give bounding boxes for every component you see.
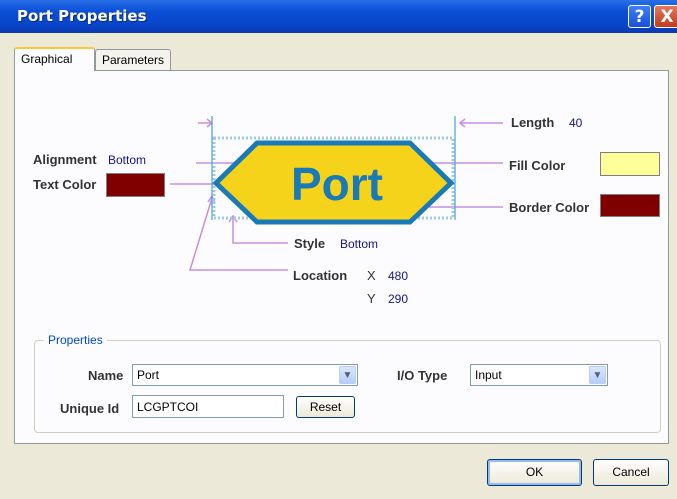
border-color-swatch[interactable] xyxy=(600,194,660,217)
location-label: Location xyxy=(293,268,348,283)
location-y-label: Y xyxy=(367,291,376,306)
unique-id-value: LCGPTCOI xyxy=(137,400,199,414)
reset-button[interactable]: Reset xyxy=(296,396,355,418)
alignment-value[interactable]: Bottom xyxy=(108,153,146,167)
ok-button[interactable]: OK xyxy=(487,459,582,486)
tab-graphical[interactable]: Graphical xyxy=(14,47,95,71)
fill-color-label: Fill Color xyxy=(509,158,566,173)
length-label: Length xyxy=(511,115,555,130)
chevron-down-icon[interactable]: ▼ xyxy=(589,366,606,384)
port-shape-label: Port xyxy=(291,158,383,210)
properties-group xyxy=(34,340,661,433)
name-label: Name xyxy=(88,368,124,383)
location-x-value[interactable]: 480 xyxy=(388,269,408,283)
name-combobox[interactable]: Port ▼ xyxy=(132,364,358,386)
unique-id-field[interactable]: LCGPTCOI xyxy=(132,395,284,418)
location-x-label: X xyxy=(367,268,376,283)
text-color-swatch[interactable] xyxy=(106,173,165,197)
properties-group-title: Properties xyxy=(44,333,107,347)
style-value[interactable]: Bottom xyxy=(340,237,378,251)
fill-color-swatch[interactable] xyxy=(600,152,660,176)
style-label: Style xyxy=(294,236,326,251)
name-value: Port xyxy=(137,368,160,382)
io-type-value: Input xyxy=(475,368,502,382)
io-type-label: I/O Type xyxy=(397,368,448,383)
cancel-button[interactable]: Cancel xyxy=(593,459,669,486)
port-properties-dialog: Port Properties ? X Graphical Parameters xyxy=(0,0,677,499)
io-type-combobox[interactable]: Input ▼ xyxy=(470,364,608,386)
location-y-value[interactable]: 290 xyxy=(388,292,408,306)
unique-id-label: Unique Id xyxy=(60,401,120,416)
chevron-down-icon[interactable]: ▼ xyxy=(339,366,356,384)
alignment-label: Alignment xyxy=(33,152,97,167)
length-value[interactable]: 40 xyxy=(569,116,582,130)
border-color-label: Border Color xyxy=(509,200,590,215)
text-color-label: Text Color xyxy=(33,177,97,192)
